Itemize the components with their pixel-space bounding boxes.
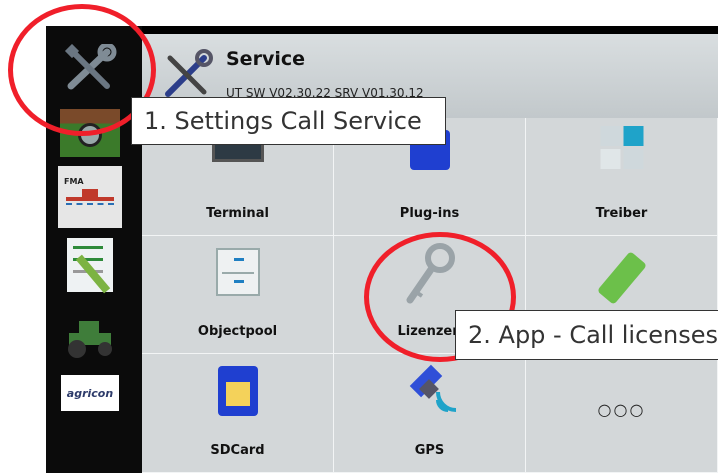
checklist-icon	[67, 238, 113, 294]
sidebar-item-fma[interactable]: FMA	[58, 166, 122, 228]
sidebar-item-tasks[interactable]	[58, 234, 122, 296]
tile-label: Terminal	[206, 206, 269, 221]
usb-stick-icon	[596, 251, 647, 305]
sidebar-item-tractor[interactable]	[58, 306, 122, 368]
tile-sdcard[interactable]: SDCard	[142, 354, 334, 473]
sidebar-item-agricon[interactable]: agricon	[58, 368, 122, 418]
tile-objectpool[interactable]: Objectpool	[142, 236, 334, 354]
filing-cabinet-icon	[215, 248, 260, 296]
tile-treiber[interactable]: Treiber	[526, 118, 718, 236]
callout-step-1: 1. Settings Call Service	[131, 97, 446, 145]
page-title: Service	[226, 48, 305, 70]
tile-more[interactable]: ○○○	[526, 354, 718, 473]
fma-label: FMA	[64, 177, 84, 186]
tile-gps[interactable]: GPS	[334, 354, 526, 473]
satellite-icon	[400, 362, 460, 424]
sd-card-icon	[217, 366, 258, 416]
driver-icon	[600, 126, 643, 169]
tile-label: Objectpool	[197, 324, 278, 339]
more-icon: ○○○	[597, 400, 646, 419]
service-header-icon	[165, 49, 213, 97]
sprayer-icon: FMA	[62, 177, 118, 217]
tile-label: SDCard	[210, 443, 265, 458]
tile-label: Plug-ins	[399, 206, 460, 221]
tile-label: GPS	[414, 443, 445, 458]
tractor-icon	[68, 321, 112, 358]
callout-step-2: 2. App - Call licenses	[455, 310, 718, 360]
agricon-logo: agricon	[61, 375, 119, 411]
tile-label: Treiber	[595, 206, 648, 221]
agricon-logo-text: agricon	[66, 386, 114, 400]
